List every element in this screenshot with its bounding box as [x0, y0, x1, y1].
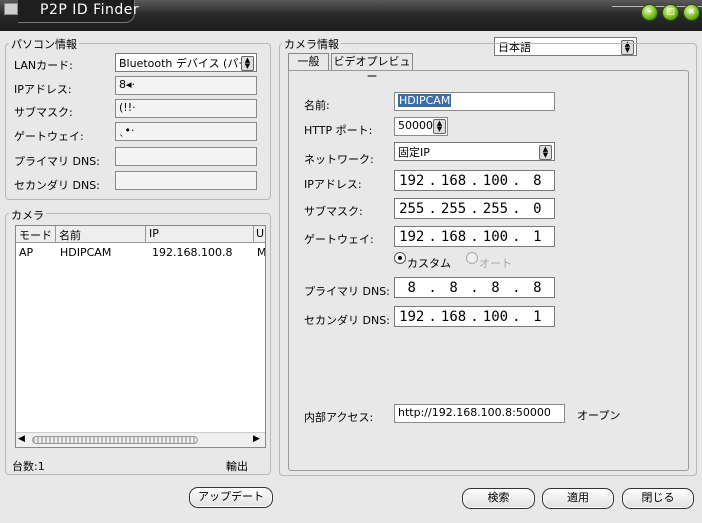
- ip-octet: 1: [533, 308, 542, 325]
- app-icon: [4, 3, 18, 15]
- pc-ip-field[interactable]: 8◂·: [115, 76, 257, 95]
- camera-list[interactable]: モード 名前 IP UI AP HDIPCAM 192.168.100.8 M …: [15, 225, 266, 448]
- apply-button[interactable]: 適用: [542, 488, 614, 509]
- radio-dot-icon: [398, 256, 402, 260]
- close-button[interactable]: 閉じる: [622, 488, 694, 509]
- ip-octet: 192: [399, 308, 425, 325]
- camera-list-header: モード 名前 IP UI: [16, 226, 265, 243]
- camera-info-group-label: カメラ情報: [282, 36, 341, 52]
- pc-subnet-field[interactable]: (!!·: [115, 99, 257, 118]
- cam-secondary-dns-input[interactable]: 192. 168. 100. 1: [394, 306, 555, 327]
- pc-primary-dns-field[interactable]: [115, 147, 257, 166]
- chevron-updown-icon: ▲ ▼: [241, 56, 254, 71]
- scroll-left-icon[interactable]: ◀: [18, 434, 25, 444]
- tab-general[interactable]: 一般: [288, 53, 329, 70]
- title-bar[interactable]: P2P ID Finder – □ ×: [0, 0, 702, 31]
- pc-secondary-dns-label: セカンダリ DNS:: [14, 179, 100, 192]
- dns-custom-radio[interactable]: [394, 252, 406, 264]
- row-ip: 192.168.100.8: [152, 246, 233, 259]
- camera-list-group-label: カメラ: [9, 207, 46, 223]
- column-header-mode[interactable]: モード: [16, 226, 56, 243]
- ip-octet: 8: [533, 172, 542, 189]
- cam-gateway-label: ゲートウェイ:: [304, 233, 374, 246]
- network-value: 固定IP: [398, 146, 430, 159]
- pc-subnet-label: サブマスク:: [14, 106, 73, 119]
- cam-gateway-input[interactable]: 192. 168. 100. 1: [394, 226, 555, 247]
- ip-octet: 100: [482, 228, 509, 245]
- ip-octet: 168: [440, 308, 467, 325]
- internal-access-label: 内部アクセス:: [304, 411, 374, 424]
- cam-ip-label: IPアドレス:: [304, 178, 362, 191]
- ip-octet: 192: [399, 228, 425, 245]
- cam-ip-input[interactable]: 192. 168. 100. 8: [394, 170, 555, 191]
- cam-primary-dns-label: プライマリ DNS:: [304, 285, 390, 298]
- network-select[interactable]: 固定IP ▲ ▼: [394, 142, 555, 161]
- export-link[interactable]: 輸出: [226, 458, 248, 474]
- dns-auto-radio[interactable]: [466, 252, 478, 264]
- row-ui: M: [257, 246, 266, 259]
- http-port-value: 50000: [398, 119, 433, 132]
- http-port-label: HTTP ポート:: [304, 124, 373, 137]
- ip-octet: 0: [533, 200, 542, 217]
- cam-name-value: HDIPCAM: [398, 94, 452, 107]
- open-link[interactable]: オープン: [577, 407, 620, 423]
- ip-octet: 8: [533, 279, 542, 296]
- chevron-updown-icon: ▲ ▼: [539, 145, 552, 160]
- ip-octet: 8: [407, 279, 416, 296]
- spinner-icon[interactable]: ▲ ▼: [433, 119, 446, 134]
- column-header-ip[interactable]: IP: [146, 226, 254, 243]
- tab-video-preview[interactable]: ビデオプレビュー: [331, 53, 413, 83]
- pc-gateway-label: ゲートウェイ:: [14, 130, 84, 143]
- network-label: ネットワーク:: [304, 153, 374, 166]
- maximize-icon[interactable]: □: [662, 4, 679, 21]
- pc-info-group-label: パソコン情報: [9, 36, 79, 52]
- column-header-name[interactable]: 名前: [56, 226, 146, 243]
- cam-name-label: 名前:: [304, 99, 330, 112]
- ip-octet: 1: [533, 228, 542, 245]
- row-name: HDIPCAM: [60, 246, 112, 259]
- camera-count: 台数:1: [12, 460, 45, 473]
- ip-octet: 255: [482, 200, 509, 217]
- ip-octet: 255: [440, 200, 467, 217]
- cam-primary-dns-input[interactable]: 8. 8. 8. 8: [394, 277, 555, 298]
- http-port-input[interactable]: 50000 ▲ ▼: [394, 117, 448, 136]
- ip-octet: 100: [482, 172, 509, 189]
- horizontal-scrollbar[interactable]: ◀ ▶: [16, 432, 265, 447]
- pc-primary-dns-label: プライマリ DNS:: [14, 155, 100, 168]
- dns-auto-label[interactable]: オート: [479, 255, 512, 271]
- row-mode: AP: [19, 246, 34, 259]
- close-icon[interactable]: ×: [683, 4, 700, 21]
- ip-octet: 100: [482, 308, 509, 325]
- scrollbar-thumb[interactable]: [32, 436, 198, 444]
- ip-octet: 8: [449, 279, 458, 296]
- ip-octet: 168: [440, 228, 467, 245]
- lan-card-label: LANカード:: [14, 59, 73, 72]
- cam-name-input[interactable]: HDIPCAM: [394, 92, 555, 111]
- table-row[interactable]: AP HDIPCAM 192.168.100.8 M: [16, 245, 266, 261]
- ip-octet: 255: [399, 200, 425, 217]
- minimize-icon[interactable]: –: [641, 4, 658, 21]
- lan-card-select[interactable]: Bluetooth デバイス (パー ▲ ▼: [115, 53, 257, 72]
- pc-secondary-dns-field[interactable]: [115, 171, 257, 190]
- pc-ip-label: IPアドレス:: [14, 83, 72, 96]
- column-header-ui[interactable]: UI: [254, 226, 265, 243]
- lan-card-value: Bluetooth デバイス (パー: [119, 57, 250, 70]
- cam-subnet-input[interactable]: 255. 255. 255. 0: [394, 198, 555, 219]
- search-button[interactable]: 検索: [462, 488, 535, 509]
- ip-octet: 168: [440, 172, 467, 189]
- pc-gateway-field[interactable]: ˎ•·: [115, 122, 257, 141]
- ip-octet: 192: [399, 172, 425, 189]
- dns-custom-label[interactable]: カスタム: [407, 255, 451, 271]
- cam-secondary-dns-label: セカンダリ DNS:: [304, 314, 390, 327]
- cam-subnet-label: サブマスク:: [304, 205, 363, 218]
- update-button[interactable]: アップデート: [189, 487, 273, 508]
- scroll-right-icon[interactable]: ▶: [253, 434, 260, 444]
- ip-octet: 8: [491, 279, 500, 296]
- internal-access-field[interactable]: http://192.168.100.8:50000: [394, 404, 565, 423]
- window-title: P2P ID Finder: [40, 2, 140, 18]
